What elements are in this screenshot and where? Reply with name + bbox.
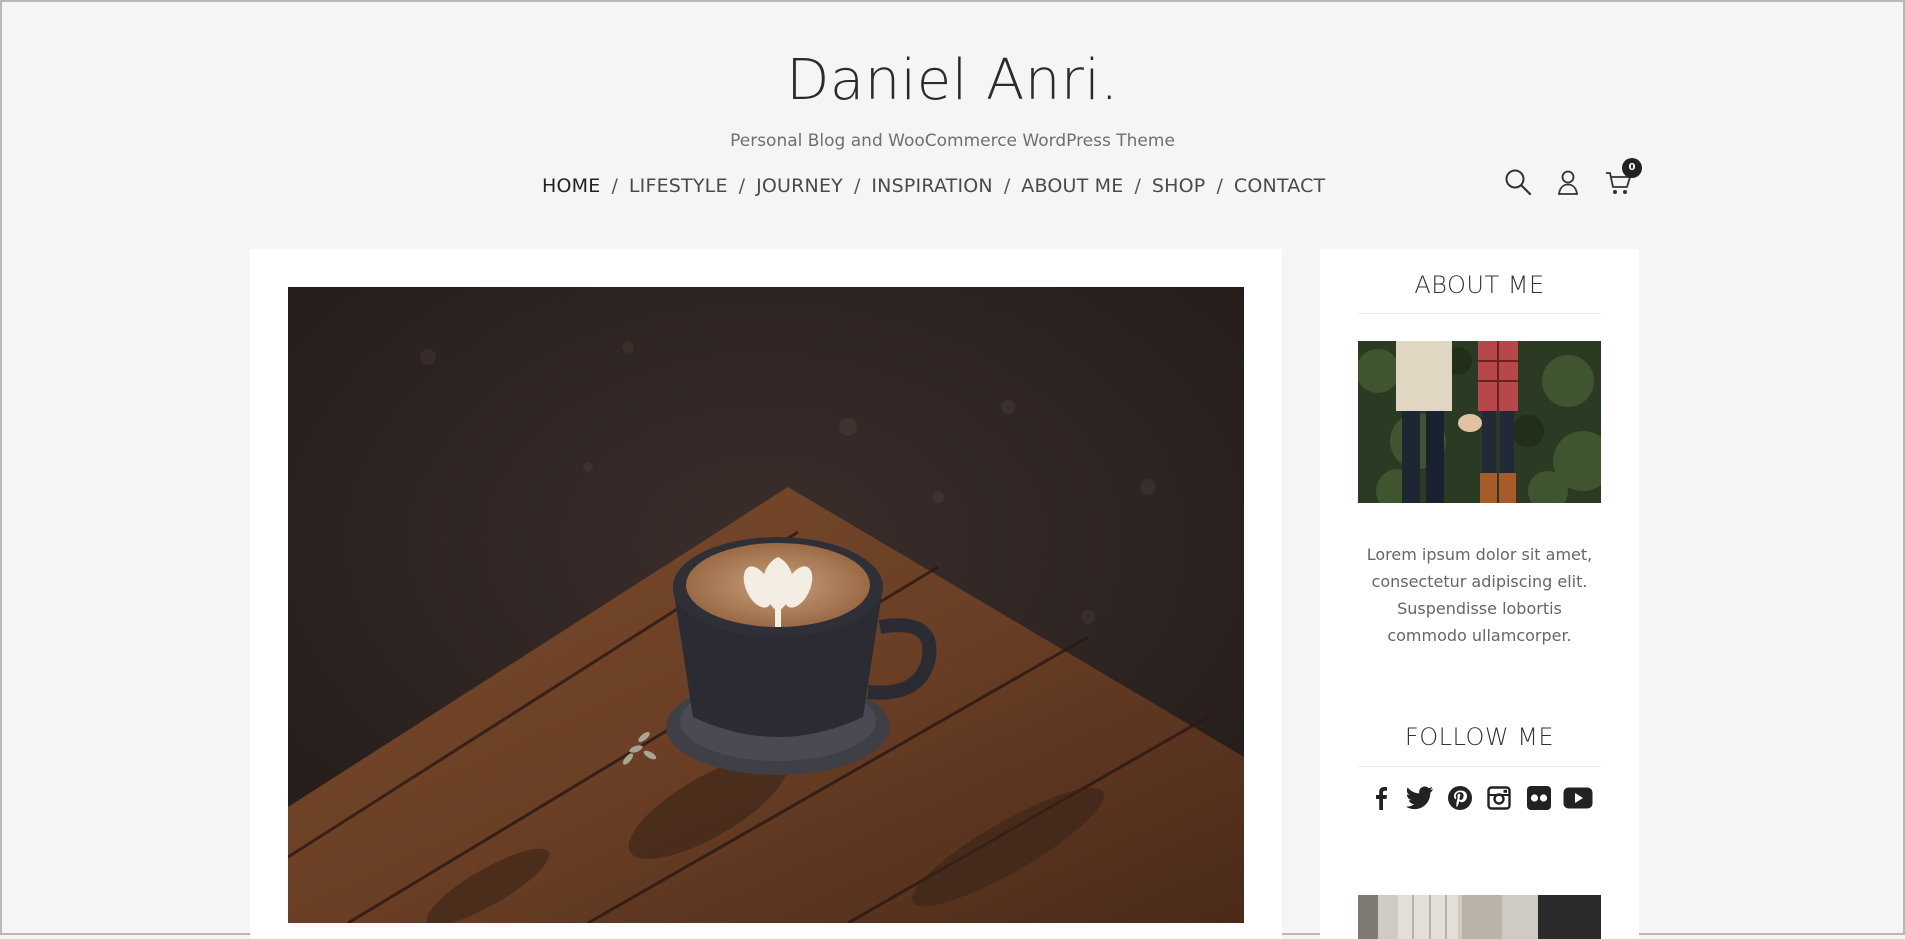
follow-widget-title: FOLLOW ME [1404, 723, 1555, 751]
nav-item-contact[interactable]: CONTACT [1234, 175, 1326, 197]
nav-item-home[interactable]: HOME [542, 175, 600, 197]
about-photo [1358, 341, 1601, 503]
sidebar: ABOUT ME Lorem ipsum dolor sit amet, con… [1320, 249, 1639, 939]
divider [1358, 766, 1601, 767]
sidebar-post-image[interactable] [1358, 895, 1601, 939]
nav-separator: / [1216, 175, 1223, 197]
cart-icon[interactable]: 0 [1604, 158, 1642, 196]
divider [1358, 313, 1601, 314]
site-tagline: Personal Blog and WooCommerce WordPress … [730, 131, 1175, 151]
nav-separator: / [1003, 175, 1011, 197]
youtube-icon[interactable] [1563, 783, 1593, 813]
featured-post-card [250, 249, 1282, 939]
nav-separator: / [1134, 175, 1141, 197]
nav-item-shop[interactable]: SHOP [1152, 175, 1206, 197]
pinterest-icon[interactable] [1445, 783, 1475, 813]
about-widget-title: ABOUT ME [1414, 271, 1545, 299]
nav-separator: / [611, 175, 618, 197]
social-links [1358, 783, 1601, 813]
facebook-icon[interactable] [1366, 783, 1396, 813]
main-nav: HOME / LIFESTYLE / JOURNEY / INSPIRATION… [542, 172, 1325, 200]
site-header: Daniel Anri. Personal Blog and WooCommer… [2, 2, 1903, 242]
nav-separator: / [738, 175, 746, 197]
instagram-icon[interactable] [1484, 783, 1514, 813]
featured-post-image[interactable] [288, 287, 1244, 923]
search-icon[interactable] [1504, 168, 1532, 196]
header-icons: 0 [1504, 158, 1642, 196]
nav-item-journey[interactable]: JOURNEY [756, 175, 843, 197]
user-icon[interactable] [1554, 168, 1582, 196]
nav-item-about-me[interactable]: ABOUT ME [1021, 175, 1123, 197]
nav-separator: / [853, 175, 861, 197]
site-title[interactable]: Daniel Anri. [2, 46, 1903, 116]
twitter-icon[interactable] [1405, 783, 1435, 813]
cart-count-badge: 0 [1622, 158, 1642, 178]
about-text: Lorem ipsum dolor sit amet, consectetur … [1366, 545, 1593, 645]
nav-item-inspiration[interactable]: INSPIRATION [871, 175, 992, 197]
nav-item-lifestyle[interactable]: LIFESTYLE [629, 175, 728, 197]
flickr-icon[interactable] [1524, 783, 1554, 813]
